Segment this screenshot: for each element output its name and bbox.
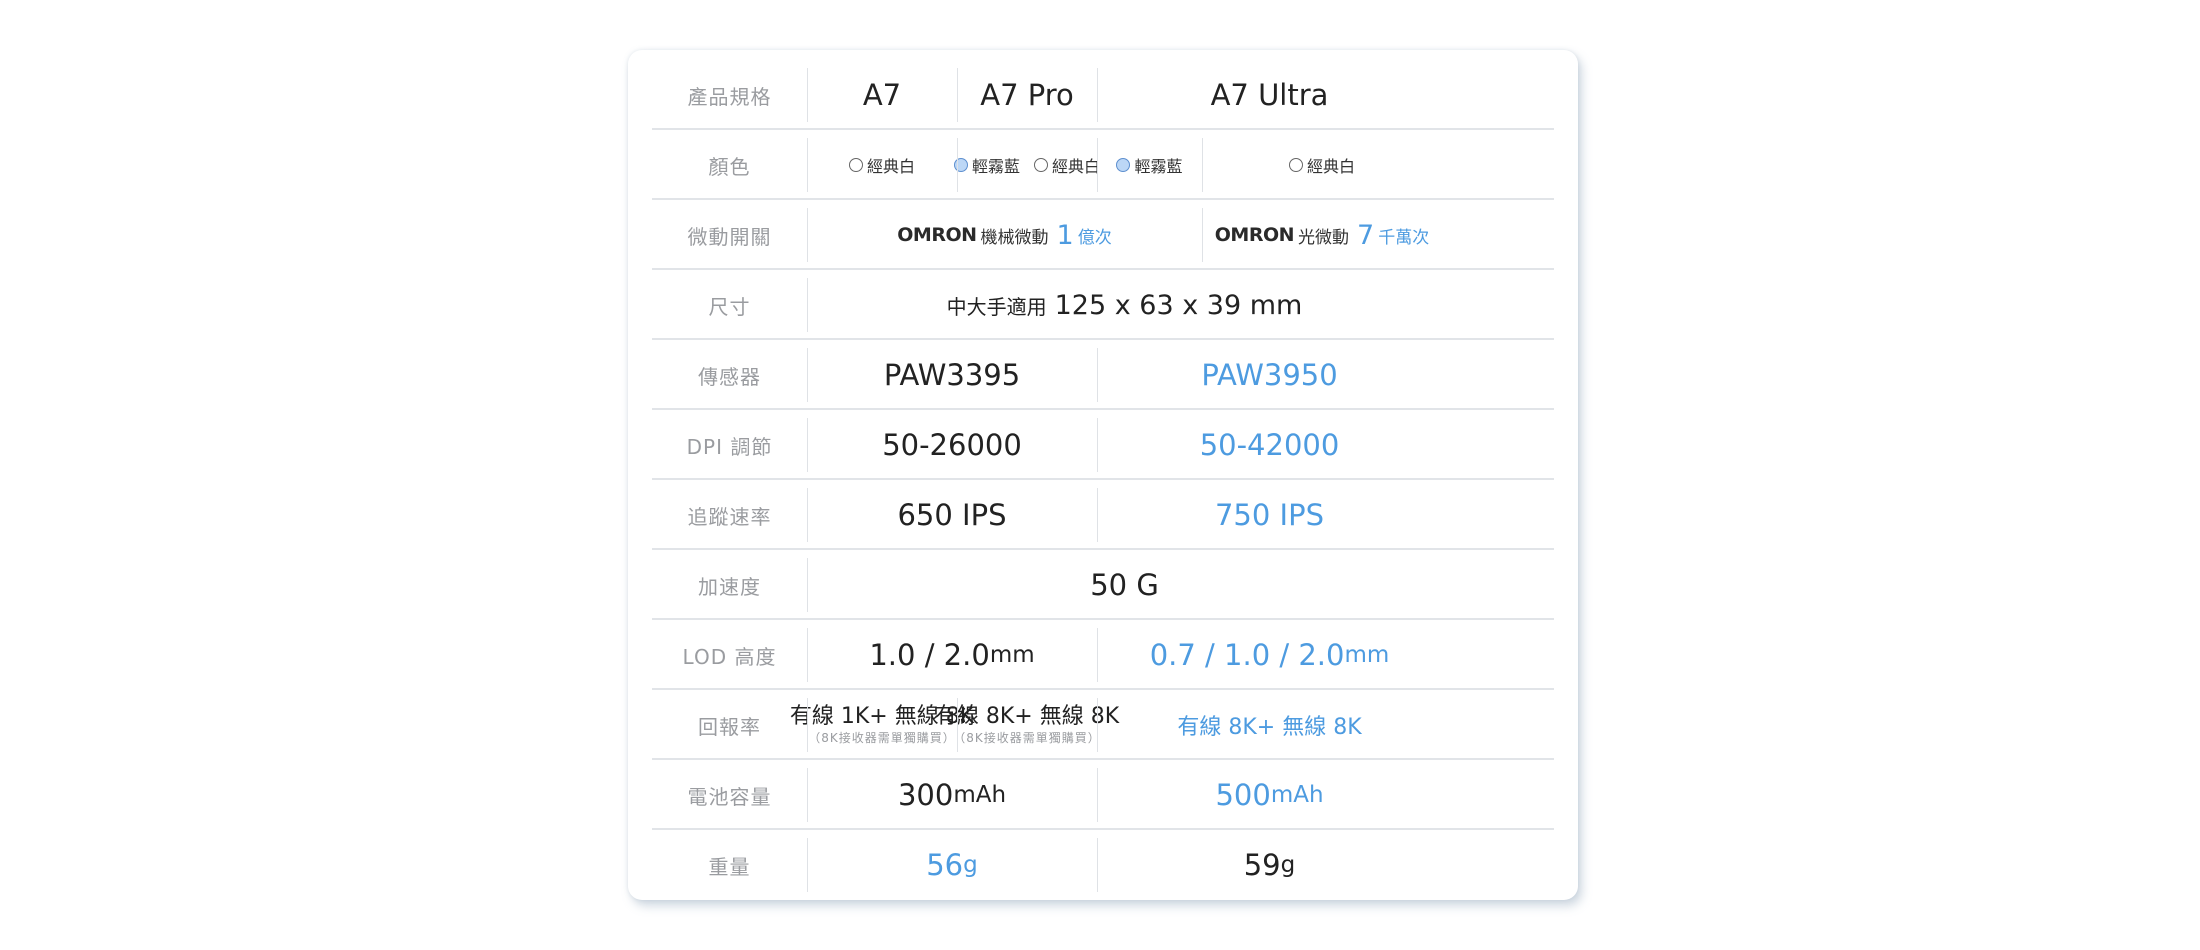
size-row: 尺寸 中大手適用 125 x 63 x 39 mm	[652, 270, 1554, 340]
color-options-a7: 經典白	[807, 130, 957, 200]
ips-value-a7: 650 IPS	[807, 480, 1097, 550]
polling-value-ultra: 有線 8K+ 無線 8K	[1097, 690, 1442, 760]
color-options-a7-pro: 輕霧藍 經典白	[953, 130, 1100, 200]
weight-row: 重量 56 g 59 g	[652, 830, 1554, 900]
ips-row: 追蹤速率 650 IPS 750 IPS	[652, 480, 1554, 550]
circle-swatch-icon	[1116, 158, 1131, 172]
weight-value-ultra: 59 g	[1097, 830, 1442, 900]
row-label-polling: 回報率	[698, 714, 761, 739]
sensor-row: 傳感器 PAW3395 PAW3950	[652, 340, 1554, 410]
model-a7-ultra: A7 Ultra	[1097, 60, 1442, 130]
lod-value-a7: 1.0 / 2.0 mm	[807, 620, 1097, 690]
switch-value-ultra: OMRON 光微動 7 千萬次	[1202, 200, 1442, 270]
weight-value-a7: 56 g	[807, 830, 1097, 900]
omron-logo: OMRON	[897, 224, 977, 246]
color-option-blue: 輕霧藍	[1116, 153, 1183, 177]
color-option-white: 經典白	[1034, 153, 1100, 177]
header-row: 產品規格 A7 A7 Pro A7 Ultra	[652, 60, 1554, 130]
switch-value-a7-pro: OMRON 機械微動 1 億次	[807, 200, 1202, 270]
lod-value-ultra: 0.7 / 1.0 / 2.0 mm	[1097, 620, 1442, 690]
row-label-battery: 電池容量	[687, 784, 772, 809]
size-value: 中大手適用 125 x 63 x 39 mm	[807, 270, 1442, 340]
row-label-color: 顏色	[708, 154, 751, 179]
dpi-value-a7: 50-26000	[807, 410, 1097, 480]
row-label-weight: 重量	[708, 854, 751, 879]
dpi-value-ultra: 50-42000	[1097, 410, 1442, 480]
lod-row: LOD 高度 1.0 / 2.0 mm 0.7 / 1.0 / 2.0 mm	[652, 620, 1554, 690]
row-label-size: 尺寸	[708, 294, 751, 319]
color-option-blue: 輕霧藍	[953, 153, 1020, 177]
switch-row: 微動開關 OMRON 機械微動 1 億次 OMRON 光微動 7 千萬次	[652, 200, 1554, 270]
battery-value-ultra: 500 mAh	[1097, 760, 1442, 830]
color-options-a7-ultra-2: 經典白	[1202, 130, 1442, 200]
row-label-sensor: 傳感器	[698, 364, 761, 389]
battery-row: 電池容量 300 mAh 500 mAh	[652, 760, 1554, 830]
polling-row: 回報率 有線 1K+ 無線 8K （8K接收器需單獨購買） 有線 8K+ 無線 …	[652, 690, 1554, 760]
color-options-a7-ultra-1: 輕霧藍	[1097, 130, 1202, 200]
polling-value-a7-pro: 有線 8K+ 無線 8K （8K接收器需單獨購買）	[935, 690, 1119, 760]
circle-swatch-icon	[1288, 158, 1303, 172]
sensor-value-a7: PAW3395	[807, 340, 1097, 410]
circle-swatch-icon	[953, 158, 968, 172]
row-label-switch: 微動開關	[687, 224, 772, 249]
spec-comparison-card: 產品規格 A7 A7 Pro A7 Ultra 顏色 經典白 輕霧藍 經典白 輕…	[628, 50, 1578, 900]
color-option-white: 經典白	[1288, 153, 1355, 177]
color-row: 顏色 經典白 輕霧藍 經典白 輕霧藍 經典白	[652, 130, 1554, 200]
model-a7-pro: A7 Pro	[957, 60, 1097, 130]
row-label-lod: LOD 高度	[682, 644, 777, 669]
omron-logo: OMRON	[1214, 224, 1295, 246]
row-label-accel: 加速度	[698, 574, 761, 599]
ips-value-ultra: 750 IPS	[1097, 480, 1442, 550]
row-label-ips: 追蹤速率	[687, 504, 772, 529]
sensor-value-ultra: PAW3950	[1097, 340, 1442, 410]
battery-value-a7: 300 mAh	[807, 760, 1097, 830]
dpi-row: DPI 調節 50-26000 50-42000	[652, 410, 1554, 480]
accel-row: 加速度 50 G	[652, 550, 1554, 620]
header-label: 產品規格	[687, 84, 772, 109]
color-option-white: 經典白	[848, 153, 915, 177]
circle-swatch-icon	[1034, 158, 1048, 172]
model-a7: A7	[807, 60, 957, 130]
row-label-dpi: DPI 調節	[686, 434, 773, 459]
circle-swatch-icon	[848, 158, 863, 172]
accel-value: 50 G	[807, 550, 1442, 620]
